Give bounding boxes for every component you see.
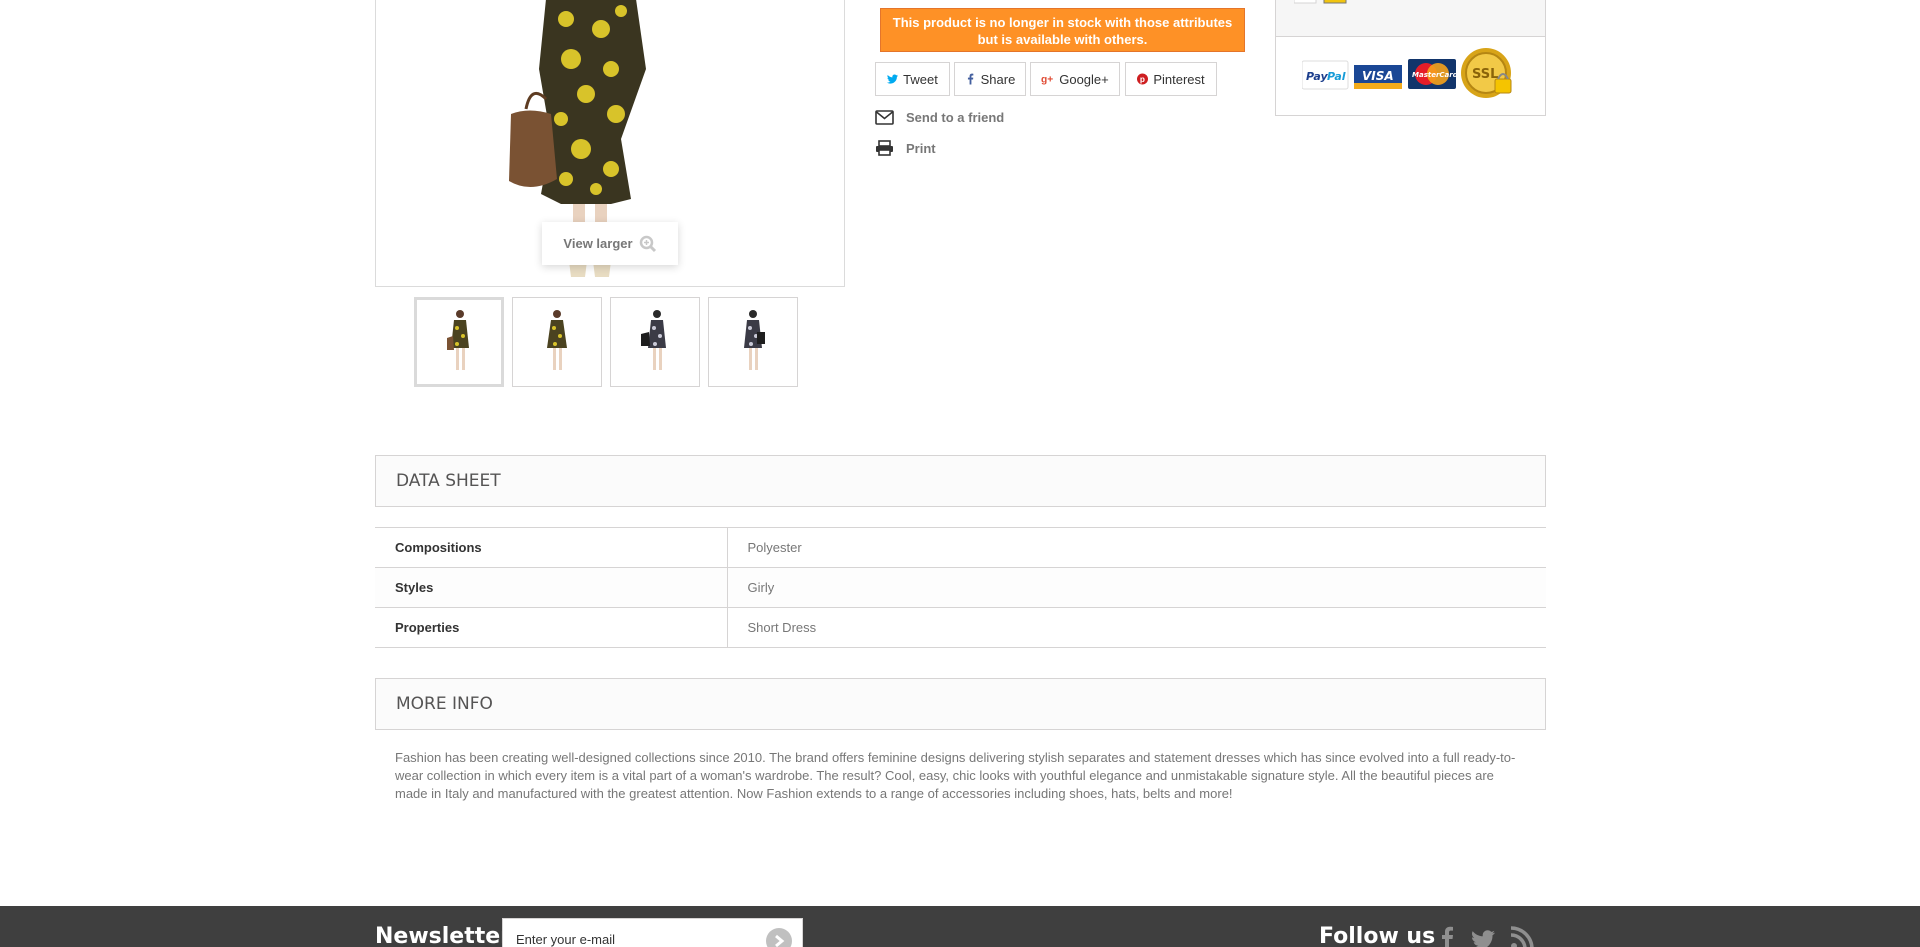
- payment-logos: Pay Pal VISA MasterCard SSL: [1302, 48, 1512, 98]
- ssl-badge: SSL: [1461, 48, 1512, 98]
- svg-text:VISA: VISA: [1362, 69, 1394, 83]
- data-sheet-value: Polyester: [727, 527, 1546, 568]
- data-sheet-value: Short Dress: [727, 607, 1546, 648]
- share-label: Share: [980, 71, 1016, 87]
- view-larger-label: View larger: [563, 236, 633, 251]
- data-sheet-key: Properties: [375, 607, 728, 648]
- thumbnail-image: [744, 310, 765, 370]
- tweet-button[interactable]: Tweet: [875, 62, 950, 96]
- payment-box: Pay Pal VISA MasterCard SSL: [1275, 0, 1546, 116]
- table-row: Compositions Polyester: [375, 527, 1546, 568]
- facebook-icon: [967, 73, 973, 85]
- more-info-heading: MORE INFO: [375, 678, 1546, 730]
- view-larger-button[interactable]: View larger: [542, 222, 678, 265]
- table-row: Properties Short Dress: [375, 607, 1546, 648]
- thumbnail-4[interactable]: [708, 297, 798, 387]
- footer: [0, 906, 1920, 947]
- more-info-text: Fashion has been creating well-designed …: [395, 750, 1516, 801]
- newsletter-submit-button[interactable]: [766, 928, 792, 947]
- pinterest-label: Pinterest: [1153, 71, 1205, 87]
- thumbnail-2[interactable]: [512, 297, 602, 387]
- facebook-icon[interactable]: [1435, 926, 1459, 947]
- data-sheet-key: Compositions: [375, 527, 728, 568]
- print-link[interactable]: Print: [875, 140, 936, 156]
- data-sheet-key: Styles: [375, 567, 728, 608]
- thumbnail-3[interactable]: [610, 297, 700, 387]
- data-sheet-table: Compositions Polyester Styles Girly Prop…: [375, 527, 1546, 648]
- stock-alert-line-2: but is available with others.: [977, 32, 1148, 47]
- stock-alert: This product is no longer in stock with …: [880, 8, 1245, 52]
- thumbnail-image: [447, 310, 469, 370]
- send-to-friend-link[interactable]: Send to a friend: [875, 110, 1004, 125]
- visa-logo: VISA: [1354, 59, 1402, 89]
- chevron-right-icon: [767, 929, 791, 947]
- mastercard-logo: MasterCard: [1408, 59, 1459, 89]
- stock-alert-line-1: This product is no longer in stock with …: [892, 15, 1233, 30]
- thumbnail-1[interactable]: [414, 297, 504, 387]
- printer-icon: [876, 140, 893, 156]
- pinterest-button[interactable]: p Pinterest: [1125, 62, 1217, 96]
- send-to-friend-label: Send to a friend: [906, 110, 1005, 125]
- twitter-icon: [887, 74, 899, 84]
- zoom-icon: [639, 235, 656, 252]
- rss-icon[interactable]: [1510, 926, 1534, 947]
- data-sheet-value: Girly: [727, 567, 1546, 608]
- svg-text:Pay: Pay: [1306, 70, 1328, 83]
- google-plus-button[interactable]: g+ Google+: [1030, 62, 1120, 96]
- svg-text:MasterCard: MasterCard: [1412, 71, 1459, 79]
- pinterest-icon: p: [1137, 73, 1149, 85]
- payment-box-header: [1276, 0, 1545, 37]
- follow-us-title: Follow us: [1319, 924, 1436, 947]
- google-plus-label: Google+: [1059, 71, 1109, 87]
- newsletter-email-input[interactable]: Enter your e-mail: [502, 918, 803, 947]
- svg-text:SSL: SSL: [1472, 67, 1498, 82]
- thumbnail-image: [641, 310, 666, 370]
- svg-text:Pal: Pal: [1327, 70, 1346, 83]
- svg-text:p: p: [1140, 75, 1145, 84]
- thumbnail-image: [547, 310, 567, 370]
- data-sheet-heading: DATA SHEET: [375, 455, 1546, 507]
- newsletter-title: Newsletter: [375, 924, 512, 947]
- twitter-icon[interactable]: [1471, 926, 1495, 947]
- envelope-icon: [875, 110, 894, 125]
- tweet-label: Tweet: [903, 71, 938, 87]
- google-plus-icon: g+: [1041, 75, 1053, 85]
- color-swatches: [1294, 0, 1347, 4]
- svg-text:g+: g+: [1041, 75, 1053, 85]
- print-label: Print: [906, 140, 936, 156]
- table-row: Styles Girly: [375, 567, 1546, 608]
- facebook-share-button[interactable]: Share: [954, 62, 1026, 96]
- paypal-logo: Pay Pal: [1302, 60, 1349, 90]
